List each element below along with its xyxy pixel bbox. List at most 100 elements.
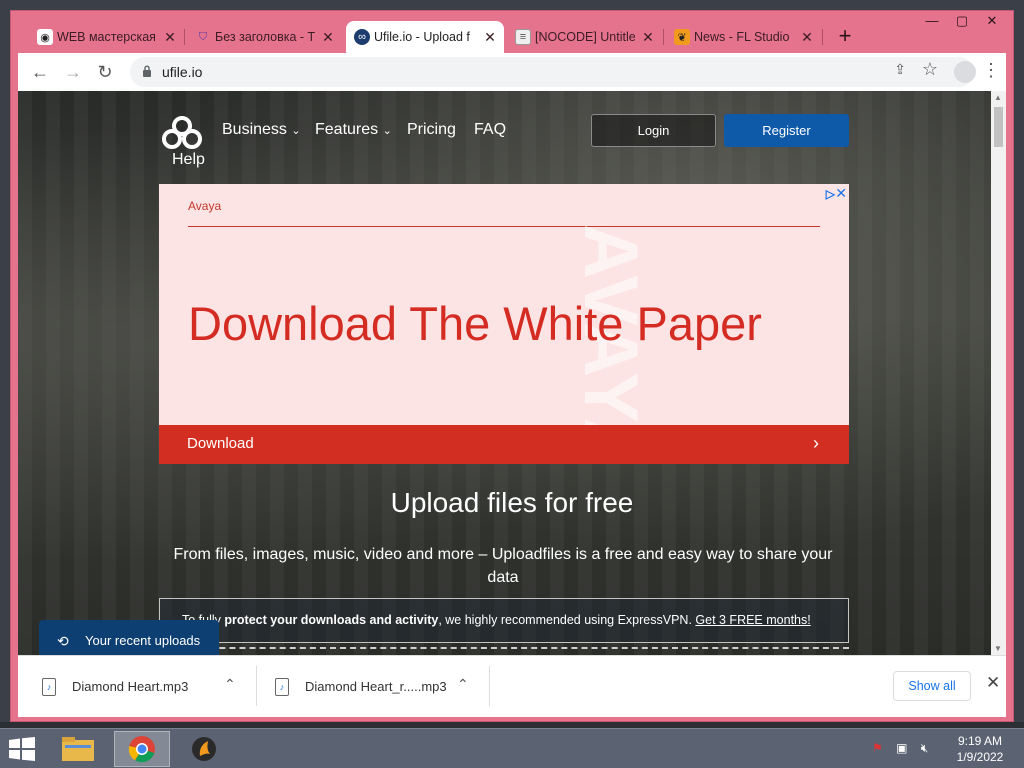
login-button[interactable]: Login (591, 114, 716, 147)
tab-web-masterskaya[interactable]: ◉ WEB мастерская ✕ (29, 21, 184, 53)
page-viewport: Business ⌄ Features ⌄ Pricing FAQ Help L… (18, 91, 1006, 655)
ufile-logo[interactable] (159, 115, 205, 151)
clock-time[interactable]: 9:19 AM (950, 734, 1010, 748)
show-all-button[interactable]: Show all (893, 671, 971, 701)
forward-button[interactable]: → (61, 60, 85, 84)
tab-strip: ◉ WEB мастерская ✕ ⛉ Без заголовка - Т ✕… (11, 11, 1015, 57)
close-icon[interactable]: ✕ (482, 29, 498, 45)
audio-file-icon: ♪ (42, 678, 56, 696)
hero-title: Upload files for free (390, 487, 634, 518)
bookmark-star-icon[interactable]: ☆ (922, 59, 938, 80)
tab-title: Ufile.io - Upload f (374, 30, 470, 44)
adchoices-icon[interactable]: ▷ (826, 187, 835, 201)
network-icon[interactable]: ▣ (896, 741, 907, 755)
ad-headline: Download The White Paper (188, 297, 762, 350)
chevron-right-icon: › (813, 433, 819, 453)
scroll-thumb[interactable] (994, 107, 1003, 147)
recent-uploads-button[interactable]: ⟲ Your recent uploads (39, 620, 219, 655)
address-bar[interactable]: ufile.io ⇪ ☆ (130, 57, 974, 87)
nav-pricing[interactable]: Pricing (407, 121, 456, 139)
tab-bez-zagolovka[interactable]: ⛉ Без заголовка - Т ✕ (187, 21, 342, 53)
tab-separator (663, 29, 664, 45)
volume-muted-icon[interactable]: 🔇︎ (921, 741, 929, 755)
close-icon[interactable]: ✕ (640, 29, 656, 45)
ad-download-label: Download (187, 435, 254, 452)
close-icon[interactable]: ✕ (799, 29, 815, 45)
vpn-offer-link[interactable]: Get 3 FREE months! (695, 613, 810, 627)
fl-studio-icon: ❦ (674, 29, 690, 45)
history-icon: ⟲ (57, 633, 69, 649)
close-window-button[interactable]: ✕ (977, 13, 1007, 33)
ad-divider (188, 226, 820, 227)
register-button[interactable]: Register (724, 114, 849, 147)
recent-uploads-label: Your recent uploads (85, 633, 201, 648)
close-icon[interactable]: ✕ (162, 29, 178, 45)
scroll-down-icon[interactable]: ▼ (994, 644, 1002, 653)
browser-toolbar: ← → ↻ ufile.io ⇪ ☆ ⋮ (18, 53, 1006, 91)
download-item[interactable]: ♪ Diamond Heart.mp3 ⌃ (42, 670, 252, 704)
browser-window: ◉ WEB мастерская ✕ ⛉ Без заголовка - Т ✕… (10, 10, 1014, 722)
taskbar: ⚑ ▣ 🔇︎ 9:19 AM 1/9/2022 (0, 728, 1024, 768)
vpn-text-rest: , we highly recommended using ExpressVPN… (438, 613, 696, 627)
shield-icon: ⛉ (198, 30, 208, 43)
nav-features[interactable]: Features ⌄ (315, 121, 392, 139)
taskbar-file-explorer[interactable] (50, 731, 106, 767)
nav-business[interactable]: Business ⌄ (222, 121, 301, 139)
close-shelf-icon[interactable]: ✕ (986, 673, 1000, 693)
maximize-button[interactable]: ▢ (947, 13, 977, 33)
tab-title: WEB мастерская (57, 30, 156, 44)
fl-studio-icon (192, 737, 216, 761)
advertisement[interactable]: ▷ ✕ Avaya AVAYA Download The White Paper… (159, 184, 849, 464)
tab-ufile[interactable]: ∞ Ufile.io - Upload f ✕ (346, 21, 504, 53)
download-filename: Diamond Heart.mp3 (72, 679, 189, 694)
tab-title: News - FL Studio (694, 30, 790, 44)
vpn-banner: To fully protect your downloads and acti… (159, 598, 849, 643)
chevron-up-icon[interactable]: ⌃ (457, 676, 469, 693)
shelf-separator (489, 666, 490, 706)
chevron-down-icon: ⌄ (382, 125, 392, 137)
action-center-icon[interactable]: ⚑ (872, 741, 883, 755)
tab-separator (822, 29, 823, 45)
tab-fl-studio[interactable]: ❦ News - FL Studio ✕ (666, 21, 821, 53)
nav-help[interactable]: Help (172, 151, 205, 169)
download-item[interactable]: ♪ Diamond Heart_r.....mp3 ⌃ (275, 670, 485, 704)
nav-faq[interactable]: FAQ (474, 121, 506, 139)
page-scrollbar[interactable]: ▲ ▼ (991, 91, 1006, 655)
url-text: ufile.io (162, 64, 203, 80)
download-filename: Diamond Heart_r.....mp3 (305, 679, 447, 694)
ufile-icon: ∞ (354, 29, 370, 45)
tab-title: Без заголовка - Т (215, 30, 315, 44)
scroll-up-icon[interactable]: ▲ (994, 93, 1002, 102)
hero-subtitle: From files, images, music, video and mor… (173, 546, 833, 586)
profile-avatar[interactable] (954, 61, 976, 83)
shelf-separator (256, 666, 257, 706)
back-button[interactable]: ← (28, 60, 52, 84)
ad-download-bar[interactable]: Download › (159, 425, 849, 464)
reload-button[interactable]: ↻ (93, 60, 117, 84)
eye-icon: ◉ (37, 29, 53, 45)
audio-file-icon: ♪ (275, 678, 289, 696)
new-tab-button[interactable]: + (833, 25, 857, 49)
upload-dropzone-edge[interactable] (159, 647, 849, 655)
taskbar-fl-studio[interactable] (176, 731, 232, 767)
system-tray: ⚑ ▣ 🔇︎ (872, 741, 928, 756)
tab-separator (184, 29, 185, 45)
chevron-down-icon: ⌄ (291, 125, 301, 137)
clock-date[interactable]: 1/9/2022 (950, 750, 1010, 764)
ad-brand: Avaya (188, 199, 222, 213)
tab-nocode[interactable]: ≡ [NOCODE] Untitle ✕ (507, 21, 662, 53)
close-icon[interactable]: ✕ (320, 29, 336, 45)
download-shelf: ♪ Diamond Heart.mp3 ⌃ ♪ Diamond Heart_r.… (18, 655, 1006, 717)
close-ad-icon[interactable]: ✕ (835, 185, 847, 202)
minimize-button[interactable]: — (917, 13, 947, 33)
taskbar-chrome[interactable] (114, 731, 170, 767)
chrome-icon (128, 736, 155, 763)
windows-start-icon[interactable] (8, 737, 36, 761)
doc-icon: ≡ (515, 29, 531, 45)
share-icon[interactable]: ⇪ (894, 61, 906, 78)
menu-dots-icon[interactable]: ⋮ (982, 60, 1000, 81)
chevron-up-icon[interactable]: ⌃ (224, 676, 236, 693)
lock-icon (143, 65, 151, 77)
tab-title: [NOCODE] Untitle (535, 30, 635, 44)
vpn-text-bold: protect your downloads and activity (224, 613, 439, 627)
